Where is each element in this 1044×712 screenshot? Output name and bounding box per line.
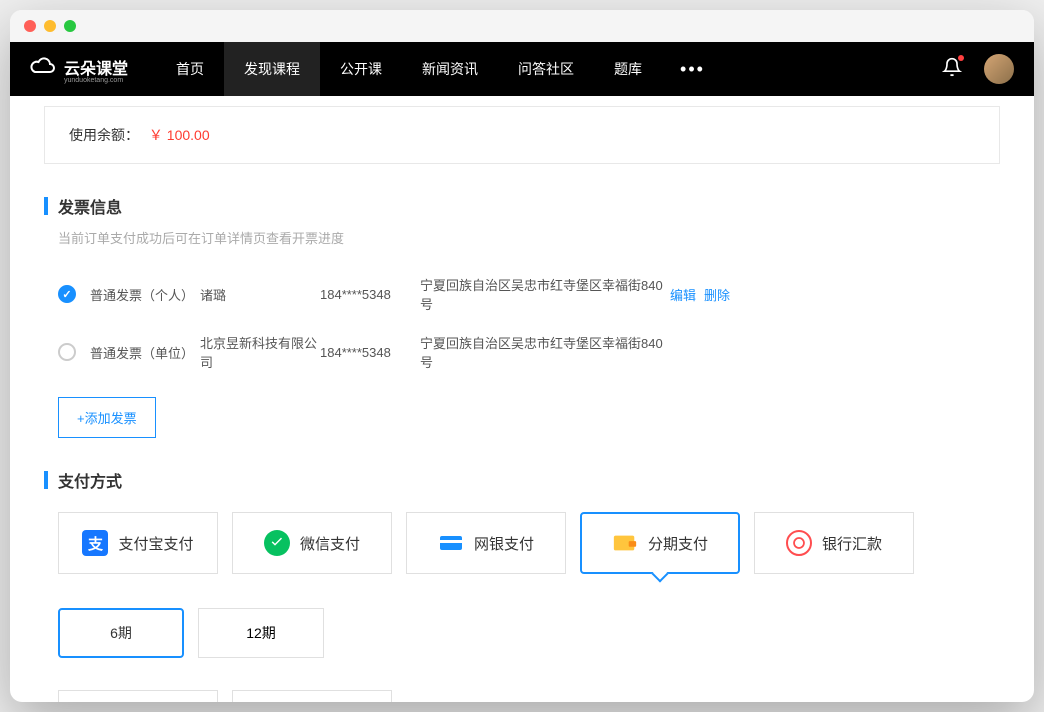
app-window: 云朵课堂 yunduoketang.com 首页发现课程公开课新闻资讯问答社区题…: [10, 10, 1034, 702]
alipay-icon: 支: [82, 530, 108, 556]
close-window-button[interactable]: [24, 20, 36, 32]
invoice-type: 普通发票（个人）: [90, 285, 200, 304]
payment-method-wechat[interactable]: 微信支付: [232, 512, 392, 574]
payment-method-alipay[interactable]: 支支付宝支付: [58, 512, 218, 574]
cloud-icon: [30, 56, 58, 83]
window-titlebar: [10, 10, 1034, 42]
installment-option[interactable]: 12期: [198, 608, 324, 658]
payment-methods: 支支付宝支付 微信支付 网银支付 分期支付 银行汇款: [58, 512, 1000, 574]
invoice-list: 普通发票（个人）诸璐184****5348宁夏回族自治区吴忠市红寺堡区幸福街84…: [58, 265, 1000, 381]
payment-method-label: 分期支付: [648, 533, 708, 554]
payment-method-bank[interactable]: 网银支付: [406, 512, 566, 574]
payment-method-label: 支付宝支付: [118, 533, 193, 554]
minimize-window-button[interactable]: [44, 20, 56, 32]
nav-item-2[interactable]: 公开课: [320, 42, 402, 96]
invoice-delete-button[interactable]: 删除: [704, 288, 730, 303]
maximize-window-button[interactable]: [64, 20, 76, 32]
nav-item-1[interactable]: 发现课程: [224, 42, 320, 96]
top-nav: 云朵课堂 yunduoketang.com 首页发现课程公开课新闻资讯问答社区题…: [10, 42, 1034, 96]
invoice-radio[interactable]: [58, 343, 76, 361]
invoice-addr: 宁夏回族自治区吴忠市红寺堡区幸福街840号: [420, 275, 670, 313]
invoice-radio[interactable]: [58, 285, 76, 303]
invoice-edit-button[interactable]: 编辑: [670, 288, 696, 303]
payment-method-label: 网银支付: [474, 533, 534, 554]
payment-method-wallet[interactable]: 分期支付: [580, 512, 740, 574]
invoice-addr: 宁夏回族自治区吴忠市红寺堡区幸福街840号: [420, 333, 670, 371]
nav-more-button[interactable]: •••: [662, 59, 723, 80]
bank-icon: [438, 530, 464, 556]
brand-name: 云朵课堂: [64, 61, 128, 78]
installment-options: 6期 12期: [58, 608, 1000, 658]
invoice-name: 诸璐: [200, 285, 320, 304]
invoice-section-title: 发票信息: [44, 194, 1000, 218]
payment-section-title: 支付方式: [44, 468, 1000, 492]
brand-logo[interactable]: 云朵课堂 yunduoketang.com: [30, 55, 128, 84]
nav-item-5[interactable]: 题库: [594, 42, 662, 96]
nav-item-3[interactable]: 新闻资讯: [402, 42, 498, 96]
wallet-icon: [612, 530, 638, 556]
add-invoice-button[interactable]: +添加发票: [58, 397, 156, 438]
invoice-section-sub: 当前订单支付成功后可在订单详情页查看开票进度: [58, 228, 1000, 247]
payment-method-label: 微信支付: [300, 533, 360, 554]
invoice-type: 普通发票（单位）: [90, 343, 200, 362]
main-content: 使用余额： ￥ 100.00 发票信息 当前订单支付成功后可在订单详情页查看开票…: [10, 96, 1034, 702]
installment-option[interactable]: 6期: [58, 608, 184, 658]
notification-dot: [958, 55, 964, 61]
invoice-phone: 184****5348: [320, 345, 420, 360]
payment-method-label: 银行汇款: [822, 533, 882, 554]
payment-method-remit[interactable]: 银行汇款: [754, 512, 914, 574]
wechat-icon: [264, 530, 290, 556]
balance-label: 使用余额：: [69, 127, 139, 143]
remit-icon: [786, 530, 812, 556]
invoice-name: 北京昱新科技有限公司: [200, 333, 320, 371]
invoice-row: 普通发票（个人）诸璐184****5348宁夏回族自治区吴忠市红寺堡区幸福街84…: [58, 265, 1000, 323]
nav-item-0[interactable]: 首页: [156, 42, 224, 96]
invoice-row: 普通发票（单位）北京昱新科技有限公司184****5348宁夏回族自治区吴忠市红…: [58, 323, 1000, 381]
balance-box: 使用余额： ￥ 100.00: [44, 106, 1000, 164]
user-avatar[interactable]: [984, 54, 1014, 84]
invoice-phone: 184****5348: [320, 287, 420, 302]
nav-item-4[interactable]: 问答社区: [498, 42, 594, 96]
balance-amount: ￥ 100.00: [149, 127, 210, 143]
notification-bell-icon[interactable]: [942, 57, 962, 82]
brand-sub: yunduoketang.com: [64, 77, 128, 84]
